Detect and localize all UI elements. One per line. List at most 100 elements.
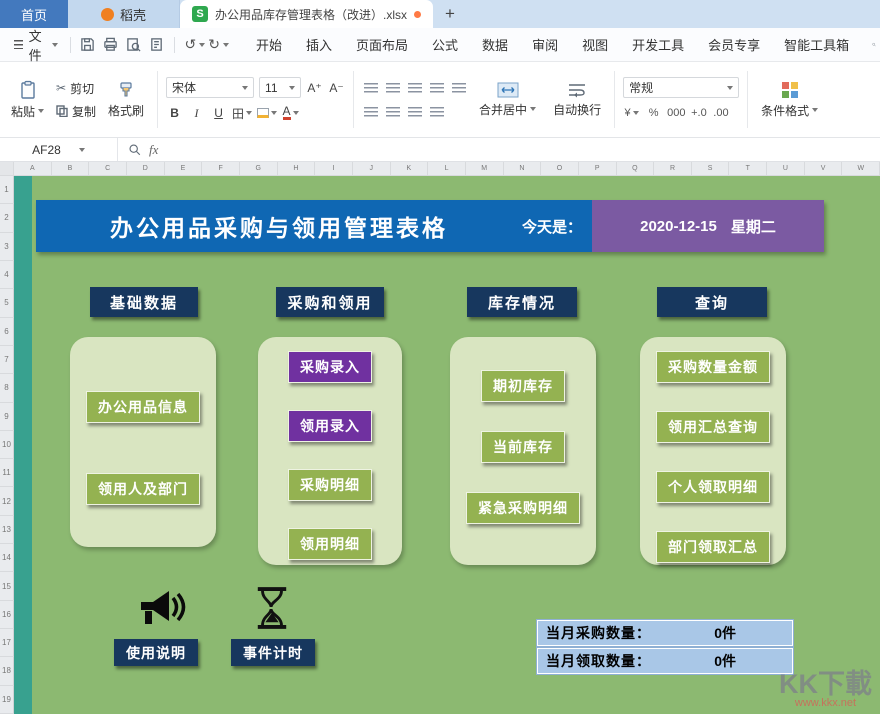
file-menu-button[interactable]: 文件 (8, 22, 64, 68)
sheet-nav-button[interactable]: 领用人及部门 (86, 473, 200, 505)
sheet-nav-button[interactable]: 领用汇总查询 (656, 411, 770, 443)
formula-input[interactable] (168, 138, 880, 161)
ribbon-tab[interactable]: 开发工具 (621, 31, 695, 58)
merge-center-button[interactable]: 合并居中 (474, 67, 541, 132)
column-header[interactable]: J (353, 162, 391, 175)
font-name-select[interactable]: 宋体 (166, 77, 254, 98)
sheet-nav-button[interactable]: 期初库存 (481, 370, 565, 402)
section-header-basic-data[interactable]: 基础数据 (90, 287, 198, 317)
align-top-button[interactable] (362, 79, 379, 97)
column-header[interactable]: U (767, 162, 805, 175)
print-preview-icon[interactable] (126, 37, 141, 52)
row-header[interactable]: 18 (0, 657, 14, 685)
column-header[interactable]: G (240, 162, 278, 175)
paste-button[interactable]: 粘贴 (6, 67, 49, 132)
percent-button[interactable]: % (645, 104, 662, 122)
ribbon-tab[interactable]: 会员专享 (697, 31, 771, 58)
sheet-nav-button[interactable]: 办公用品信息 (86, 391, 200, 423)
sheet-nav-button[interactable]: 采购数量金额 (656, 351, 770, 383)
increase-indent-button[interactable] (450, 79, 467, 97)
section-header-purchase-usage[interactable]: 采购和领用 (276, 287, 384, 317)
ribbon-tab[interactable]: 公式 (421, 31, 469, 58)
column-header[interactable]: H (278, 162, 316, 175)
align-left-button[interactable] (362, 103, 379, 121)
row-header[interactable]: 12 (0, 487, 14, 515)
column-header[interactable]: C (89, 162, 127, 175)
font-color-button[interactable]: A (282, 104, 299, 122)
decrease-font-button[interactable]: A⁻ (328, 79, 345, 97)
align-right-button[interactable] (406, 103, 423, 121)
column-header[interactable]: K (391, 162, 429, 175)
italic-button[interactable]: I (188, 104, 205, 122)
font-size-select[interactable]: 11 (259, 77, 301, 98)
print-icon[interactable] (103, 37, 118, 52)
row-header[interactable]: 3 (0, 233, 14, 261)
row-header[interactable]: 14 (0, 544, 14, 572)
ribbon-tab[interactable]: 智能工具箱 (773, 31, 860, 58)
wrap-text-button[interactable]: 自动换行 (548, 67, 606, 132)
row-header[interactable]: 10 (0, 431, 14, 459)
column-header[interactable]: F (202, 162, 240, 175)
row-header[interactable]: 9 (0, 403, 14, 431)
underline-button[interactable]: U (210, 104, 227, 122)
column-header[interactable]: A (14, 162, 52, 175)
sheet-nav-button[interactable]: 当前库存 (481, 431, 565, 463)
column-header[interactable]: I (315, 162, 353, 175)
increase-font-button[interactable]: A⁺ (306, 79, 323, 97)
column-header[interactable]: N (504, 162, 542, 175)
row-header[interactable]: 8 (0, 374, 14, 402)
row-header[interactable]: 4 (0, 261, 14, 289)
column-header[interactable]: L (428, 162, 466, 175)
sheet-nav-button[interactable]: 采购录入 (288, 351, 372, 383)
cell-reference-box[interactable]: AF28 (0, 138, 118, 161)
usage-instructions-button[interactable]: 使用说明 (114, 639, 198, 666)
sheet-nav-button[interactable]: 领用明细 (288, 528, 372, 560)
fill-color-button[interactable] (257, 104, 277, 122)
column-header[interactable]: D (127, 162, 165, 175)
undo-icon[interactable]: ↺ (185, 36, 197, 53)
ribbon-tab[interactable]: 审阅 (521, 31, 569, 58)
insert-function-button[interactable]: fx (149, 142, 158, 158)
bold-button[interactable]: B (166, 104, 183, 122)
align-bottom-button[interactable] (406, 79, 423, 97)
sheet-nav-button[interactable]: 部门领取汇总 (656, 531, 770, 563)
conditional-format-button[interactable]: 条件格式 (756, 67, 823, 132)
row-header[interactable]: 11 (0, 459, 14, 487)
row-header[interactable]: 17 (0, 629, 14, 657)
sheet-nav-button[interactable]: 采购明细 (288, 469, 372, 501)
align-middle-button[interactable] (384, 79, 401, 97)
select-all-corner[interactable] (0, 162, 14, 175)
redo-icon[interactable]: ↻ (208, 36, 220, 53)
column-header[interactable]: Q (617, 162, 655, 175)
row-header[interactable]: 19 (0, 686, 14, 714)
justify-button[interactable] (428, 103, 445, 121)
copy-button[interactable]: 复制 (56, 103, 96, 120)
sheet-nav-button[interactable]: 个人领取明细 (656, 471, 770, 503)
column-header[interactable]: E (165, 162, 203, 175)
save-icon[interactable] (80, 37, 95, 52)
number-format-select[interactable]: 常规 (623, 77, 739, 98)
ribbon-tab[interactable]: 开始 (245, 31, 293, 58)
comma-style-button[interactable]: 000 (667, 104, 685, 122)
event-timer-button[interactable]: 事件计时 (231, 639, 315, 666)
undo-caret-icon[interactable] (199, 43, 205, 47)
section-header-query[interactable]: 查询 (657, 287, 767, 317)
ribbon-tab[interactable]: 页面布局 (345, 31, 419, 58)
column-header[interactable]: W (842, 162, 880, 175)
row-header[interactable]: 15 (0, 572, 14, 600)
row-header[interactable]: 6 (0, 318, 14, 346)
column-header[interactable]: B (52, 162, 90, 175)
column-header[interactable]: P (579, 162, 617, 175)
magnifier-icon[interactable] (128, 143, 141, 156)
sheet-canvas[interactable]: 办公用品采购与领用管理表格 今天是： 2020-12-15 星期二 基础数据 采… (14, 176, 880, 714)
export-icon[interactable] (149, 37, 164, 52)
section-header-inventory[interactable]: 库存情况 (467, 287, 577, 317)
column-header[interactable]: R (654, 162, 692, 175)
ribbon-tab[interactable]: 视图 (571, 31, 619, 58)
borders-button[interactable]: 田 (232, 104, 252, 122)
column-header[interactable]: M (466, 162, 504, 175)
align-center-button[interactable] (384, 103, 401, 121)
column-header[interactable]: S (692, 162, 730, 175)
sheet-nav-button[interactable]: 紧急采购明细 (466, 492, 580, 524)
format-painter-button[interactable]: 格式刷 (103, 67, 149, 132)
